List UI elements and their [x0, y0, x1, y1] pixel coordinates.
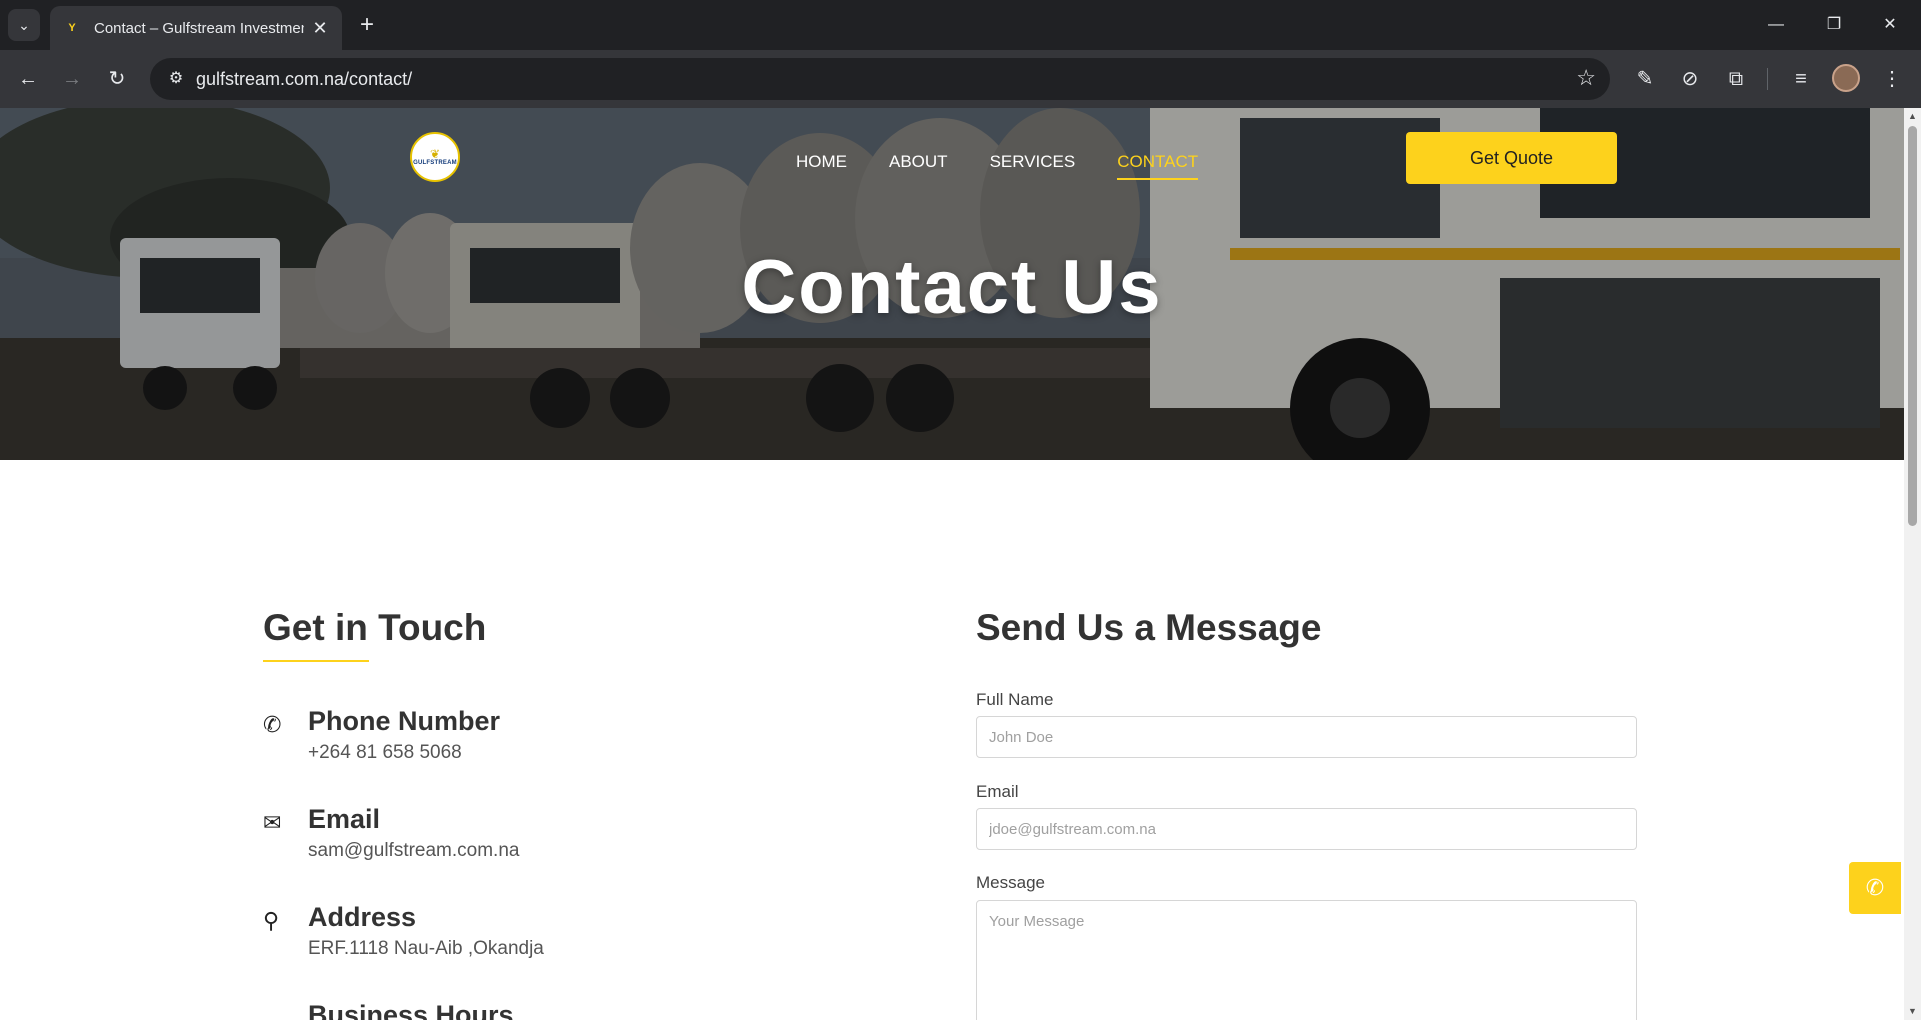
contact-value[interactable]: +264 81 658 5068: [308, 742, 462, 764]
full-name-input[interactable]: [976, 716, 1637, 758]
contact-label: Email: [308, 804, 381, 834]
contact-label: Business Hours: [308, 1000, 514, 1020]
scroll-down-arrow-icon[interactable]: ▼: [1904, 1003, 1921, 1020]
reload-icon: ↻: [108, 68, 126, 90]
favicon-icon: Y: [68, 22, 76, 34]
contact-label: Address: [308, 902, 417, 932]
reload-button[interactable]: ↻: [101, 63, 133, 95]
profile-avatar[interactable]: [1832, 64, 1860, 92]
message-label: Message: [976, 873, 1045, 892]
new-tab-button[interactable]: +: [352, 10, 382, 40]
map-pin-icon: ⚲: [263, 908, 280, 933]
page-title-text: Contact Us: [741, 245, 1163, 330]
reading-list-icon[interactable]: ≡: [1785, 63, 1817, 95]
contact-value: ERF.1118 Nau-Aib ,Okandja: [308, 938, 544, 959]
floating-call-button[interactable]: ✆: [1849, 862, 1901, 914]
scroll-up-arrow-icon[interactable]: ▲: [1904, 108, 1921, 125]
nav-contact[interactable]: CONTACT: [1117, 152, 1199, 180]
logo-text: GULFSTREAM: [413, 160, 457, 166]
site-logo[interactable]: ❦ GULFSTREAM: [410, 132, 460, 182]
browser-tab-bar: ⌄ Y Contact – Gulfstream Investments ✕ +…: [0, 0, 1921, 50]
chevron-down-icon: ⌄: [18, 16, 30, 33]
get-quote-button[interactable]: Get Quote: [1406, 132, 1617, 184]
wings-icon: ❦: [429, 147, 441, 161]
phone-icon: ✆: [263, 712, 282, 737]
forward-button[interactable]: →: [56, 63, 88, 95]
contact-value[interactable]: sam@gulfstream.com.na: [308, 840, 519, 862]
toolbar-separator: [1767, 68, 1768, 90]
main-nav: HOME ABOUT SERVICES CONTACT: [796, 152, 1240, 180]
envelope-icon: ✉: [263, 810, 282, 835]
extensions-puzzle-icon[interactable]: ⧉: [1720, 63, 1752, 95]
full-name-label: Full Name: [976, 690, 1054, 709]
browser-tab-active[interactable]: Y Contact – Gulfstream Investments ✕: [50, 6, 342, 50]
eyedropper-extension-icon[interactable]: ✎: [1629, 63, 1661, 95]
scrollbar-thumb[interactable]: [1908, 126, 1917, 526]
page-viewport: ❦ GULFSTREAM HOME ABOUT SERVICES CONTACT…: [0, 108, 1921, 1020]
arrow-left-icon: ←: [18, 68, 38, 90]
browser-toolbar: ← → ↻ ⚙ gulfstream.com.na/contact/ ☆ ✎ ⊘…: [0, 50, 1921, 108]
hero-banner: ❦ GULFSTREAM HOME ABOUT SERVICES CONTACT…: [0, 108, 1904, 460]
address-bar[interactable]: ⚙ gulfstream.com.na/contact/ ☆: [150, 58, 1610, 100]
title-underline: [263, 660, 369, 662]
restore-button[interactable]: ❐: [1811, 10, 1857, 40]
message-textarea[interactable]: [976, 900, 1637, 1020]
page-scrollbar[interactable]: ▲ ▼: [1904, 108, 1921, 1020]
tab-title: Contact – Gulfstream Investments: [94, 19, 304, 37]
back-button[interactable]: ←: [12, 63, 44, 95]
bookmark-star-icon[interactable]: ☆: [1576, 65, 1596, 91]
nav-services[interactable]: SERVICES: [990, 152, 1076, 180]
close-icon: ✕: [1883, 16, 1897, 33]
email-label: Email: [976, 782, 1019, 801]
email-input[interactable]: [976, 808, 1637, 850]
contact-label: Phone Number: [308, 706, 501, 736]
tab-search-button[interactable]: ⌄: [8, 9, 40, 41]
close-tab-icon[interactable]: ✕: [310, 18, 330, 39]
nav-about[interactable]: ABOUT: [889, 152, 948, 180]
get-in-touch-title: Get in Touch: [263, 607, 487, 648]
page-title: Contact Us: [0, 244, 1904, 331]
minimize-icon: —: [1768, 16, 1784, 33]
phone-icon: ✆: [1865, 875, 1885, 900]
arrow-right-icon: →: [62, 68, 82, 90]
restore-icon: ❐: [1826, 16, 1842, 33]
send-message-title: Send Us a Message: [976, 607, 1322, 648]
blocker-extension-icon[interactable]: ⊘: [1674, 63, 1706, 95]
more-menu-icon[interactable]: ⋮: [1876, 63, 1908, 95]
site-info-icon[interactable]: ⚙: [160, 63, 192, 95]
url-text[interactable]: gulfstream.com.na/contact/: [196, 69, 412, 90]
close-window-button[interactable]: ✕: [1867, 10, 1913, 40]
nav-home[interactable]: HOME: [796, 152, 847, 180]
plus-icon: +: [359, 11, 374, 38]
minimize-button[interactable]: —: [1753, 10, 1799, 40]
